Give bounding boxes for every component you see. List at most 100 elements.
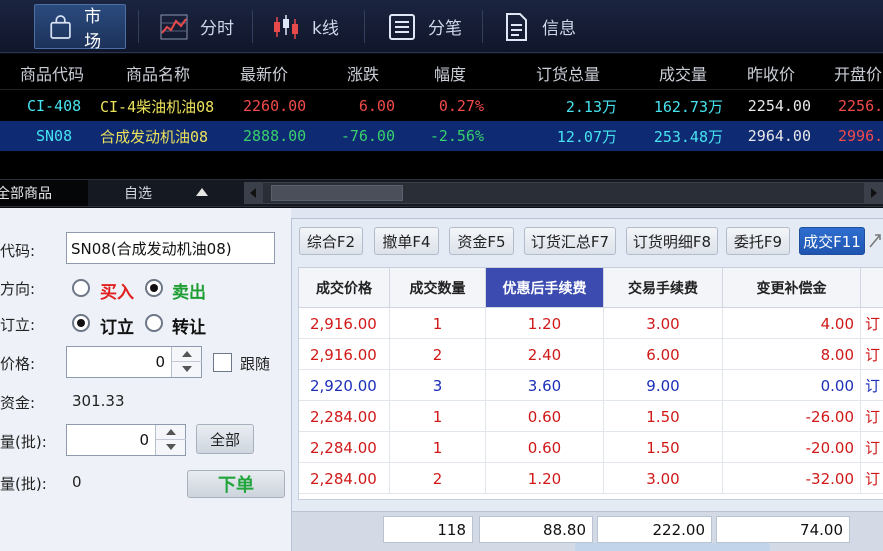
tab-cancel[interactable]: 撤单F4	[374, 227, 439, 255]
top-toolbar: 市场 分时 k线 分笔 信息	[0, 0, 883, 53]
follow-label: 跟随	[240, 355, 271, 373]
column-header[interactable]: 成交价格	[299, 268, 390, 308]
toolbar-info-button[interactable]: 信息	[488, 4, 588, 49]
quote-row-selected[interactable]: SN08 合成发动机油08 2888.00 -76.00 -2.56% 12.0…	[0, 121, 883, 151]
trade-row[interactable]: 2,916.00 2 2.40 6.00 8.00 订	[299, 339, 883, 370]
trade-cell-disc-fee: 0.60	[486, 401, 604, 432]
funds-label: 资金:	[0, 394, 36, 412]
quote-order-total: 12.07万	[556, 127, 617, 146]
trade-cell-trailing: 订	[865, 346, 881, 364]
trade-row[interactable]: 2,284.00 1 0.60 1.50 -20.00 订	[299, 432, 883, 463]
column-header-selected[interactable]: 优惠后手续费	[486, 268, 604, 308]
column-header[interactable]: 开盘价	[834, 56, 882, 89]
quote-name: 合成发动机油08	[100, 127, 209, 146]
expand-icon[interactable]	[868, 233, 882, 249]
total-disc-fee: 88.80	[479, 516, 593, 543]
trading-window: 市场 分时 k线 分笔 信息 商品代码 商品名称 最新价 涨跌 幅度 订货总量 …	[0, 0, 883, 551]
tab-funds[interactable]: 资金F5	[449, 227, 514, 255]
tab-trades[interactable]: 成交F11	[799, 227, 865, 255]
buy-radio[interactable]	[72, 279, 90, 297]
all-quantity-button[interactable]: 全部	[196, 424, 254, 454]
quote-open: 2996.	[838, 127, 883, 145]
tab-entrust[interactable]: 委托F9	[726, 227, 790, 255]
column-header[interactable]: 变更补偿金	[723, 268, 861, 308]
scroll-thumb[interactable]	[271, 185, 403, 201]
spin-down-icon[interactable]	[172, 362, 202, 377]
column-header-extra[interactable]	[861, 268, 883, 308]
quote-open: 2256.	[838, 97, 883, 115]
tab-label: 资金F5	[457, 232, 506, 251]
column-header[interactable]: 商品名称	[126, 56, 190, 89]
triangle-up-icon[interactable]	[196, 188, 208, 196]
toolbar-timeshare-button[interactable]: 分时	[146, 4, 246, 49]
column-header[interactable]: 商品代码	[20, 56, 84, 89]
toolbar-market-button[interactable]: 市场	[34, 4, 126, 52]
tab-summary[interactable]: 综合F2	[299, 227, 363, 255]
close-radio[interactable]	[145, 314, 163, 332]
quantity-label: 量(批):	[0, 433, 47, 451]
toolbar-item-label: 市场	[84, 6, 102, 52]
follow-checkbox[interactable]	[213, 353, 232, 372]
toolbar-item-label: k线	[312, 19, 339, 39]
quote-row[interactable]: CI-408 CI-4柴油机油08 2260.00 6.00 0.27% 2.1…	[0, 91, 883, 121]
tab-label: 订货汇总F7	[530, 232, 610, 251]
trade-cell-fee: 3.00	[604, 308, 723, 339]
trade-row[interactable]: 2,920.00 3 3.60 9.00 0.00 订	[299, 370, 883, 401]
quote-last: 2888.00	[243, 127, 307, 145]
column-header[interactable]: 成交量	[659, 56, 707, 89]
price-label: 价格:	[0, 355, 36, 373]
column-header[interactable]: 涨跌	[347, 56, 379, 89]
tab-label: 自选	[124, 186, 152, 202]
horizontal-scrollbar[interactable]	[244, 182, 883, 204]
code-input[interactable]: SN08(合成发动机油08)	[66, 232, 275, 264]
toolbar-divider	[252, 10, 253, 43]
open-radio[interactable]	[72, 314, 90, 332]
trade-cell-comp: -26.00	[723, 401, 861, 432]
tab-all-products[interactable]: 全部商品	[0, 180, 88, 206]
code-value: SN08(合成发动机油08)	[71, 239, 232, 258]
trade-row[interactable]: 2,284.00 1 0.60 1.50 -26.00 订	[299, 401, 883, 432]
trade-cell-qty: 1	[390, 432, 486, 463]
trade-cell-disc-fee: 1.20	[486, 463, 604, 494]
column-header[interactable]: 幅度	[434, 56, 466, 89]
scroll-right-icon[interactable]	[864, 183, 882, 203]
trade-cell-price: 2,916.00	[299, 308, 390, 339]
price-stepper[interactable]: 0	[66, 346, 202, 378]
tab-favorites[interactable]: 自选	[90, 180, 240, 206]
toolbar-item-label: 分笔	[428, 19, 462, 39]
trade-cell-fee: 3.00	[604, 463, 723, 494]
spin-up-icon[interactable]	[156, 425, 186, 440]
column-header[interactable]: 交易手续费	[604, 268, 723, 308]
tab-order-detail[interactable]: 订货明细F8	[626, 227, 718, 255]
trade-row[interactable]: 2,916.00 1 1.20 3.00 4.00 订	[299, 308, 883, 339]
trade-row[interactable]: 2,284.00 2 1.20 3.00 -32.00 订	[299, 463, 883, 494]
place-order-button[interactable]: 下单	[187, 470, 285, 498]
trade-cell-comp: -20.00	[723, 432, 861, 463]
trade-cell-fee: 1.50	[604, 401, 723, 432]
toolbar-divider	[364, 10, 365, 43]
quote-table: 商品代码 商品名称 最新价 涨跌 幅度 订货总量 成交量 昨收价 开盘价 CI-…	[0, 54, 883, 179]
trade-cell-qty: 1	[390, 401, 486, 432]
quote-name: CI-4柴油机油08	[100, 97, 215, 116]
sell-label: 卖出	[172, 283, 206, 303]
vertical-scroll-thumb[interactable]	[575, 543, 770, 551]
column-header[interactable]: 昨收价	[747, 56, 795, 89]
total-qty: 118	[383, 516, 473, 543]
toolbar-kline-button[interactable]: k线	[258, 4, 352, 49]
candlestick-icon	[274, 14, 298, 39]
spin-down-icon[interactable]	[156, 440, 186, 455]
sell-radio[interactable]	[145, 279, 163, 297]
trade-cell-price: 2,284.00	[299, 401, 390, 432]
column-header[interactable]: 订货总量	[536, 56, 600, 89]
column-header[interactable]: 成交数量	[390, 268, 486, 308]
toolbar-ticks-button[interactable]: 分笔	[374, 4, 474, 49]
quote-last: 2260.00	[243, 97, 307, 115]
column-header[interactable]: 最新价	[240, 56, 288, 89]
spin-up-icon[interactable]	[172, 347, 202, 362]
document-icon	[506, 12, 527, 41]
trade-cell-qty: 1	[390, 308, 486, 339]
tab-order-summary[interactable]: 订货汇总F7	[524, 227, 616, 255]
quote-pct: -2.56%	[429, 127, 484, 145]
scroll-left-icon[interactable]	[245, 183, 263, 203]
quantity-stepper[interactable]: 0	[66, 424, 186, 456]
